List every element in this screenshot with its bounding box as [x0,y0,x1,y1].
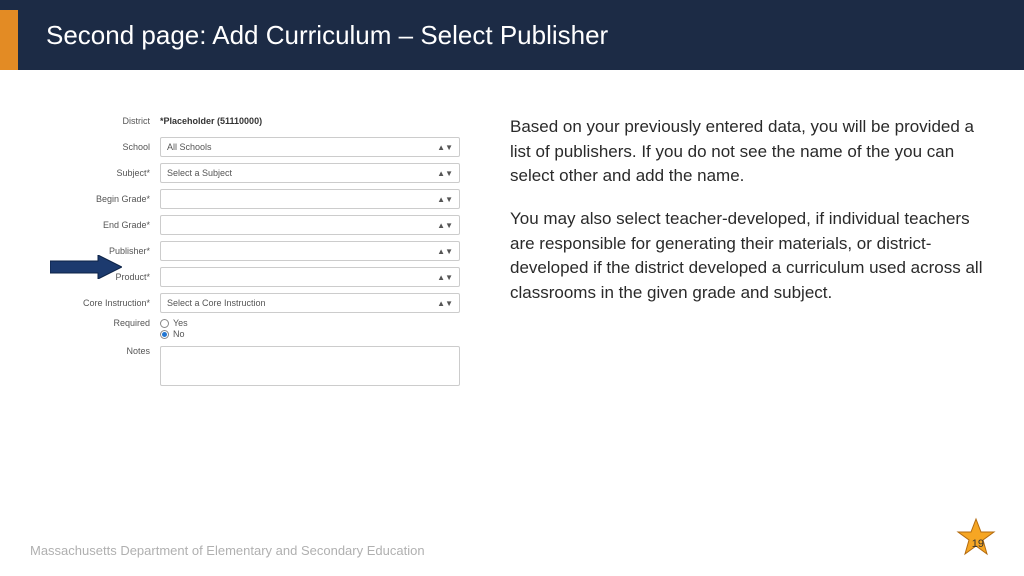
notes-textarea[interactable] [160,346,460,386]
end-grade-select[interactable]: ▲▼ [160,215,460,235]
form-row-subject: Subject* Select a Subject ▲▼ [60,162,460,184]
publisher-select[interactable]: ▲▼ [160,241,460,261]
slide-title: Second page: Add Curriculum – Select Pub… [46,20,608,51]
form-row-district: District *Placeholder (51110000) [60,110,460,132]
required-radio-group: Yes No [160,318,188,339]
radio-no-label: No [173,329,185,339]
arrow-pointer-icon [50,255,122,284]
radio-icon [160,319,169,328]
description-p1: Based on your previously entered data, y… [510,115,984,189]
form-row-notes: Notes [60,346,460,386]
school-select[interactable]: All Schools ▲▼ [160,137,460,157]
chevron-updown-icon: ▲▼ [437,299,453,308]
chevron-updown-icon: ▲▼ [437,273,453,282]
slide-header: Second page: Add Curriculum – Select Pub… [0,0,1024,70]
notes-label: Notes [60,346,160,356]
end-grade-label: End Grade* [60,220,160,230]
footer-text: Massachusetts Department of Elementary a… [30,543,425,558]
radio-no[interactable]: No [160,329,188,339]
form-row-required: Required Yes No [60,318,460,340]
radio-yes-label: Yes [173,318,188,328]
chevron-updown-icon: ▲▼ [437,143,453,152]
core-value: Select a Core Instruction [167,298,266,308]
header-accent-bar [0,10,18,70]
page-number: 19 [972,538,984,550]
subject-select[interactable]: Select a Subject ▲▼ [160,163,460,183]
subject-value: Select a Subject [167,168,232,178]
subject-label: Subject* [60,168,160,178]
begin-grade-label: Begin Grade* [60,194,160,204]
chevron-updown-icon: ▲▼ [437,221,453,230]
form-row-core: Core Instruction* Select a Core Instruct… [60,292,460,314]
form-row-end-grade: End Grade* ▲▼ [60,214,460,236]
district-label: District [60,116,160,126]
district-value: *Placeholder (51110000) [160,116,262,126]
required-label: Required [60,318,160,328]
school-label: School [60,142,160,152]
core-select[interactable]: Select a Core Instruction ▲▼ [160,293,460,313]
core-label: Core Instruction* [60,298,160,308]
chevron-updown-icon: ▲▼ [437,169,453,178]
product-select[interactable]: ▲▼ [160,267,460,287]
begin-grade-select[interactable]: ▲▼ [160,189,460,209]
description-p2: You may also select teacher-developed, i… [510,207,984,306]
chevron-updown-icon: ▲▼ [437,247,453,256]
description-text: Based on your previously entered data, y… [510,110,984,390]
form-row-begin-grade: Begin Grade* ▲▼ [60,188,460,210]
school-value: All Schools [167,142,212,152]
chevron-updown-icon: ▲▼ [437,195,453,204]
radio-yes[interactable]: Yes [160,318,188,328]
radio-icon [160,330,169,339]
slide-content: District *Placeholder (51110000) School … [0,70,1024,390]
form-screenshot: District *Placeholder (51110000) School … [60,110,460,390]
form-row-school: School All Schools ▲▼ [60,136,460,158]
